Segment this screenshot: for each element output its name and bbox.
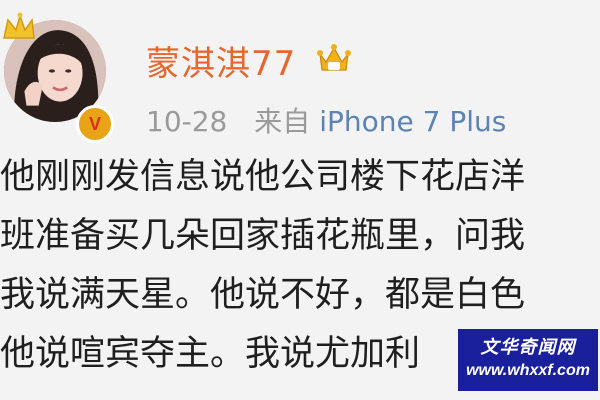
verified-badge-text: V xyxy=(88,113,101,134)
site-watermark: 文华奇闻网 www.whxxf.com xyxy=(458,329,598,391)
weibo-post: V 蒙淇淇77 10-28 来自 iPhone 7 Plus 他刚刚发信息说他公… xyxy=(0,0,600,400)
content-line: 班准备买几朵回家插花瓶里，问我 xyxy=(0,216,526,256)
verified-badge-icon: V xyxy=(76,105,114,143)
watermark-title: 文华奇闻网 xyxy=(480,337,576,358)
content-line: 他刚刚发信息说他公司楼下花店洋 xyxy=(0,157,526,197)
post-meta: 10-28 来自 iPhone 7 Plus xyxy=(146,100,506,140)
source-device-link[interactable]: iPhone 7 Plus xyxy=(319,105,506,138)
author-avatar-area[interactable]: V xyxy=(0,10,120,143)
vip-crown-icon[interactable] xyxy=(316,40,352,76)
source-prefix: 来自 xyxy=(254,105,311,138)
author-name[interactable]: 蒙淇淇77 xyxy=(146,36,296,85)
crown-sparkle-icon xyxy=(3,12,35,39)
post-time[interactable]: 10-28 xyxy=(146,105,227,138)
watermark-url: www.whxxf.com xyxy=(466,362,590,379)
content-line: 我说满天星。他说不好，都是白色 xyxy=(0,275,526,315)
